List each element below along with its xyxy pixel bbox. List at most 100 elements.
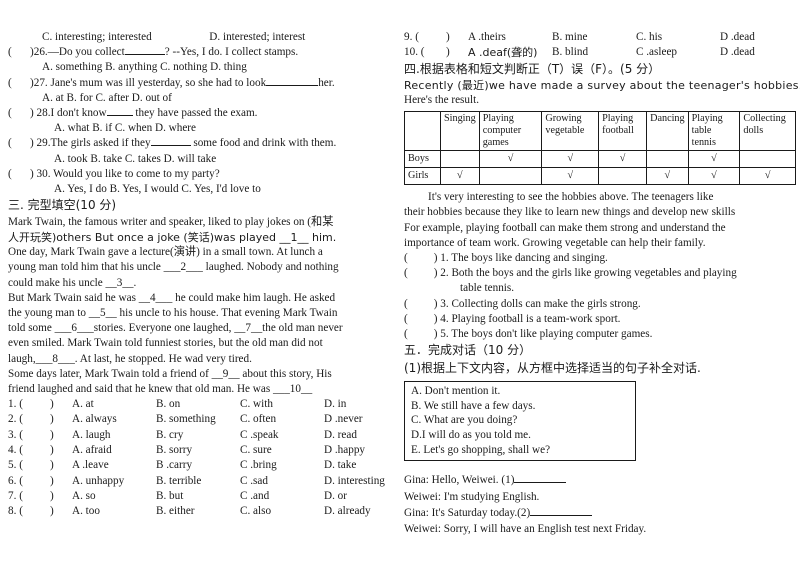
cloze-row-3-option-c[interactable]: C .speak <box>240 428 324 443</box>
choice-option-a[interactable]: A. Don't mention it. <box>411 384 629 399</box>
cloze-row-5-option-a[interactable]: A .leave <box>72 458 156 473</box>
tf-5-bracket-open[interactable]: ( <box>404 328 408 340</box>
choice-option-b[interactable]: B. We still have a few days. <box>411 399 629 414</box>
cloze-row-2-option-b[interactable]: B. something <box>156 412 240 427</box>
dialogue-blank-1[interactable] <box>514 482 567 484</box>
cloze-row-8-option-c[interactable]: C. also <box>240 504 324 519</box>
section-4-heading-text: 四.根据表格和短文判断正（T）误（F）。(5 分） <box>404 61 661 76</box>
tf-statement-4: () 4. Playing football is a team-work sp… <box>404 312 796 327</box>
cloze-row-2-bracket[interactable]: ) <box>50 412 72 427</box>
tf-2-bracket-open[interactable]: ( <box>404 267 408 279</box>
cloze-passage: Mark Twain, the famous writer and speake… <box>8 215 400 397</box>
q30-stem-text: ) 30. Would you like to come to my party… <box>30 167 220 180</box>
cloze-row-7-option-d[interactable]: D. or <box>324 489 347 504</box>
cloze-row-9-option-b[interactable]: B. mine <box>552 30 636 45</box>
cloze-row-2-option-c[interactable]: C. often <box>240 412 324 427</box>
cloze-row-5-option-d[interactable]: D. take <box>324 458 356 473</box>
answer-bracket-30[interactable]: ( <box>8 167 30 182</box>
cloze-row-6-bracket[interactable]: ) <box>50 474 72 489</box>
passage-line-8: told some ___6___stories. Everyone one l… <box>8 322 343 335</box>
survey-intro-line-2: Here's the result. <box>404 94 480 107</box>
cloze-row-10-bracket[interactable]: ) <box>446 45 468 60</box>
choice-option-c[interactable]: C. What are you doing? <box>411 413 629 428</box>
cloze-row-4-option-b[interactable]: B. sorry <box>156 443 240 458</box>
cloze-row-7-option-b[interactable]: B. but <box>156 489 240 504</box>
cloze-row-7-bracket[interactable]: ) <box>50 489 72 504</box>
cloze-row-6-option-b[interactable]: B. terrible <box>156 474 240 489</box>
tf-5-text: 5. The boys don't like playing computer … <box>440 327 653 340</box>
dialogue-choice-box: A. Don't mention it. B. We still have a … <box>404 381 636 462</box>
answer-bracket-26[interactable]: ( <box>8 45 30 60</box>
passage-line-7: the young man to __5__ his uncle to his … <box>8 306 338 319</box>
left-column: C. interesting; interested D. interested… <box>8 30 400 520</box>
table-row: Girls √ √ √ √ √ <box>404 167 796 186</box>
answer-bracket-27[interactable]: ( <box>8 76 30 91</box>
tf-3-bracket-open[interactable]: ( <box>404 298 408 310</box>
table-col-table-tennis: Playing table tennis <box>687 110 741 152</box>
cloze-row-3-option-b[interactable]: B. cry <box>156 428 240 443</box>
cloze-row-7-option-a[interactable]: A. so <box>72 489 156 504</box>
cloze-answer-row: 4. ( ) A. afraid B. sorry C. sure D .hap… <box>8 443 400 458</box>
q29-stem-tail: some food and drink with them. <box>193 137 337 150</box>
cloze-row-6-option-c[interactable]: C .sad <box>240 474 324 489</box>
question-30-stem: () 30. Would you like to come to my part… <box>8 167 400 182</box>
cloze-row-7-option-c[interactable]: C .and <box>240 489 324 504</box>
tf-5-bracket-close[interactable]: ) <box>434 328 438 340</box>
cloze-row-10-option-d[interactable]: D .dead <box>720 45 755 60</box>
tick-girls-singing: √ <box>440 167 480 186</box>
cloze-row-9-option-c[interactable]: C. his <box>636 30 720 45</box>
cloze-row-3-bracket[interactable]: ) <box>50 428 72 443</box>
cloze-row-1-option-d[interactable]: D. in <box>324 397 346 412</box>
cloze-row-10-option-c[interactable]: C .asleep <box>636 45 720 60</box>
tf-1-bracket-open[interactable]: ( <box>404 252 408 264</box>
cloze-row-1-option-a[interactable]: A. at <box>72 397 156 412</box>
tf-4-bracket-open[interactable]: ( <box>404 313 408 325</box>
cloze-row-8-option-b[interactable]: B. either <box>156 504 240 519</box>
cloze-row-8-option-a[interactable]: A. too <box>72 504 156 519</box>
section-3-heading-text: 三. 完型填空(10 分) <box>8 198 117 213</box>
choice-option-e[interactable]: E. Let's go shopping, shall we? <box>411 443 629 458</box>
answer-bracket-28[interactable]: ( <box>8 106 30 121</box>
cloze-row-2-option-a[interactable]: A. always <box>72 412 156 427</box>
table-col-growing-vegetable: Growing vegetable <box>541 110 600 152</box>
dialogue-blank-2[interactable] <box>530 514 593 516</box>
tf-2-bracket-close[interactable]: ) <box>434 267 438 279</box>
cloze-row-6-option-a[interactable]: A. unhappy <box>72 474 156 489</box>
tf-1-bracket-close[interactable]: ) <box>434 252 438 264</box>
cloze-row-5-bracket[interactable]: ) <box>50 458 72 473</box>
q28-stem-tail: they have passed the exam. <box>135 107 258 120</box>
cloze-row-1-option-b[interactable]: B. on <box>156 397 240 412</box>
cloze-row-1-option-c[interactable]: C. with <box>240 397 324 412</box>
cloze-row-1-bracket[interactable]: ) <box>50 397 72 412</box>
q28-blank[interactable] <box>106 115 133 117</box>
q27-blank[interactable] <box>266 84 319 86</box>
q28-stem-text: ) 28.I don't know <box>30 107 107 120</box>
cloze-row-5-option-c[interactable]: C .bring <box>240 458 324 473</box>
answer-bracket-29[interactable]: ( <box>8 136 30 151</box>
cloze-row-10-option-b[interactable]: B. blind <box>552 45 636 60</box>
section-5-heading-text: 五．完成对话（10 分） <box>404 343 532 358</box>
cloze-row-4-bracket[interactable]: ) <box>50 443 72 458</box>
cloze-row-10-option-a[interactable]: A .deaf(聋的) <box>468 45 552 60</box>
q26-blank[interactable] <box>124 54 165 56</box>
cloze-row-8-bracket[interactable]: ) <box>50 504 72 519</box>
section-5-instruction: (1)根据上下文内容，从方框中选择适当的句子补全对话. <box>404 360 796 378</box>
q29-blank[interactable] <box>150 145 191 147</box>
cloze-row-4-option-d[interactable]: D .happy <box>324 443 365 458</box>
cloze-row-3-option-d[interactable]: D. read <box>324 428 357 443</box>
tf-4-bracket-close[interactable]: ) <box>434 313 438 325</box>
cloze-row-3-option-a[interactable]: A. laugh <box>72 428 156 443</box>
cloze-row-6-option-d[interactable]: D. interesting <box>324 474 385 489</box>
cloze-row-2-option-d[interactable]: D .never <box>324 412 363 427</box>
choice-option-d[interactable]: D.I will do as you told me. <box>411 428 629 443</box>
cloze-row-8-option-d[interactable]: D. already <box>324 504 371 519</box>
cloze-row-4-option-c[interactable]: C. sure <box>240 443 324 458</box>
reading-line-3: For example, playing football can make t… <box>404 221 726 234</box>
cloze-row-9-option-d[interactable]: D .dead <box>720 30 755 45</box>
cloze-row-5-option-b[interactable]: B .carry <box>156 458 240 473</box>
cloze-row-9-option-a[interactable]: A .theirs <box>468 30 552 45</box>
tf-3-bracket-close[interactable]: ) <box>434 298 438 310</box>
tick-boys-table-tennis: √ <box>687 150 741 169</box>
cloze-row-4-option-a[interactable]: A. afraid <box>72 443 156 458</box>
cloze-row-9-bracket[interactable]: ) <box>446 30 468 45</box>
